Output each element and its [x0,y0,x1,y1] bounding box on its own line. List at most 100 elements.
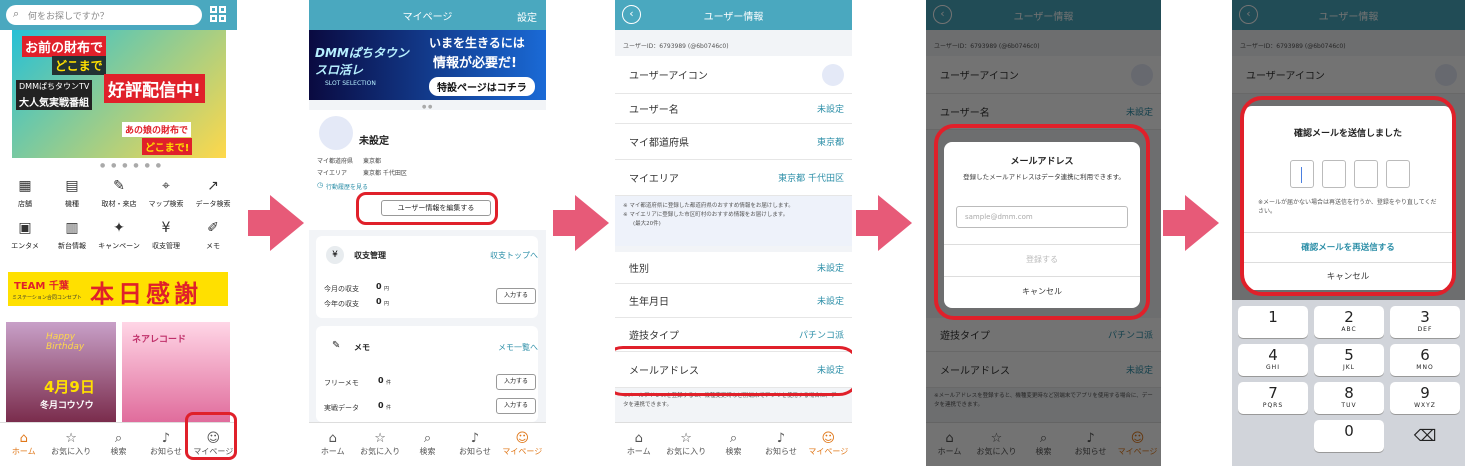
tab-label: お知らせ [459,447,491,456]
note-2: ※ マイエリアに登録した市区町村のおすすめ情報をお届けします。 [623,212,789,218]
key-3[interactable]: 3 DEF [1390,306,1460,338]
tab-star[interactable]: ☆お気に入り [662,423,709,466]
tab-search[interactable]: ⌕検索 [95,423,142,466]
row-user-name[interactable]: ユーザー名 未設定 [615,94,852,124]
tab-bell[interactable]: ♪お知らせ [757,423,804,466]
menu-item-pen[interactable]: ✎ 取材・来店 [96,176,142,216]
memo-input-button-2[interactable]: 入力する [496,398,536,414]
menu-item-memo[interactable]: ✐ メモ [190,218,236,258]
person-icon: ☺ [515,431,530,446]
page-title: ユーザー情報 [703,11,764,23]
key-5[interactable]: 5 JKL [1314,344,1384,376]
key-1[interactable]: 1 [1238,306,1308,338]
banner-line-5: 好評配信中! [104,74,205,103]
key-number: 9 [1420,384,1430,402]
row-user-icon[interactable]: ユーザーアイコン [615,56,852,94]
memo-input-button-1[interactable]: 入力する [496,374,536,390]
tab-star[interactable]: ☆お気に入り [47,423,94,466]
tab-home[interactable]: ⌂ホーム [615,423,662,466]
key-9[interactable]: 9 WXYZ [1390,382,1460,414]
real-data-value: 0 [378,401,384,410]
poster-nea[interactable]: ネアレコード [122,322,230,422]
row-value: 未設定 [816,297,844,307]
tab-home[interactable]: ⌂ホーム [0,423,47,466]
tab-bell[interactable]: ♪お知らせ [142,423,189,466]
tab-label: お気に入り [360,447,401,456]
menu-item-entertainment[interactable]: ▣ エンタメ [2,218,48,258]
banner-cta: 特設ページはコチラ [429,77,535,96]
settings-link[interactable]: 設定 [517,9,537,24]
key-number: 7 [1268,384,1278,402]
home-icon: ⌂ [634,431,643,446]
menu-label: 収支管理 [152,242,180,250]
key-6[interactable]: 6 MNO [1390,344,1460,376]
free-memo-value: 0 [378,376,384,385]
screen-home: ⌕ 何をお探しですか？ お前の財布で どこまで DMMぱちタウンTV 大人気実戦… [0,0,237,466]
balance-top-link[interactable]: 収支トップへ [490,250,538,261]
tab-person[interactable]: ☺マイページ [805,423,852,466]
memo-title: メモ [354,343,370,352]
search-input[interactable]: ⌕ 何をお探しですか？ [6,5,202,25]
menu-label: 新台情報 [58,242,86,250]
highlight-mypage-tab [185,412,237,460]
key-7[interactable]: 7 PQRS [1238,382,1308,414]
qr-grid-icon[interactable] [210,6,226,22]
mypage-banner[interactable]: DMMぱちタウン スロ活レ SLOT SELECTION いまを生きるには 情報… [309,30,546,100]
key-letters: TUV [1341,402,1357,409]
profile-name: 未設定 [359,136,389,147]
promo-banner[interactable]: お前の財布で どこまで DMMぱちタウンTV 大人気実戦番組 好評配信中! あの… [12,30,226,158]
tab-person[interactable]: ☺マイページ [499,423,546,466]
menu-item-machine[interactable]: ▤ 機種 [49,176,95,216]
bell-icon: ♪ [470,431,480,446]
memo-list-link[interactable]: メモ一覧へ [498,342,538,353]
row-area[interactable]: マイエリア 東京都 千代田区 [615,160,852,196]
year-value: 0 [376,297,382,306]
key-4[interactable]: 4 GHI [1238,344,1308,376]
menu-item-campaign[interactable]: ✦ キャンペーン [96,218,142,258]
menu-item-map[interactable]: ⌖ マップ検索 [143,176,189,216]
row-gender[interactable]: 性別 未設定 [615,252,852,284]
pen-icon: ✎ [113,178,125,194]
star-icon: ☆ [374,431,386,446]
event-banner[interactable]: TEAM 千葉 ミステーション合同コンセプト 本日感謝 [8,272,228,306]
row-birthday[interactable]: 生年月日 未設定 [615,284,852,318]
menu-item-chart[interactable]: ↗ データ検索 [190,176,236,216]
search-icon: ⌕ [423,431,432,446]
person-icon: ☺ [821,431,836,446]
highlight-edit-button [356,192,498,225]
row-value: 未設定 [816,264,844,274]
key-2[interactable]: 2 ABC [1314,306,1384,338]
poster-birthday[interactable]: Happy Birthday 4月9日 冬月コウゾウ [6,322,116,422]
menu-item-store[interactable]: ▦ 店舗 [2,176,48,216]
header: マイページ 設定 [309,0,546,30]
banner-logo: DMMぱちタウン スロ活レ [315,46,409,77]
tab-bell[interactable]: ♪お知らせ [451,423,498,466]
back-icon[interactable]: ‹ [622,5,641,24]
banner-line-3: DMMぱちタウンTV [16,80,93,93]
menu-grid: ▦ 店舗 ▤ 機種 ✎ 取材・来店 ⌖ マップ検索 ↗ データ検索 ▣ エンタメ ▥ 新台情報 ✦ キャンペー… [0,176,237,260]
menu-item-new[interactable]: ▥ 新台情報 [49,218,95,258]
event-main: 本日感謝 [90,280,202,306]
tab-label: 検索 [419,447,436,456]
menu-label: エンタメ [11,242,39,250]
history-link[interactable]: 行動履歴を見る [326,182,368,191]
menu-item-money[interactable]: ¥ 収支管理 [143,218,189,258]
tab-label: 検索 [725,447,742,456]
backspace-icon[interactable]: ⌫ [1390,420,1460,452]
key-0[interactable]: 0 [1314,420,1384,452]
banner-line-1: お前の財布で [22,36,107,57]
screen-confirm-code: ‹ ユーザー情報 ユーザーID：6793989 (@6b0746c0) ユーザー… [1232,0,1465,466]
key-number: 3 [1420,308,1430,326]
avatar[interactable] [319,116,353,150]
balance-input-button[interactable]: 入力する [496,288,536,304]
key-number: 0 [1344,422,1354,440]
tab-search[interactable]: ⌕検索 [710,423,757,466]
key-8[interactable]: 8 TUV [1314,382,1384,414]
key-number: 1 [1268,308,1278,326]
tab-search[interactable]: ⌕検索 [404,423,451,466]
poster-birthday-name: 冬月コウゾウ [40,401,94,411]
memo-icon: ✐ [207,220,219,236]
tab-star[interactable]: ☆お気に入り [356,423,403,466]
row-pref[interactable]: マイ都道府県 東京都 [615,124,852,160]
tab-home[interactable]: ⌂ホーム [309,423,356,466]
